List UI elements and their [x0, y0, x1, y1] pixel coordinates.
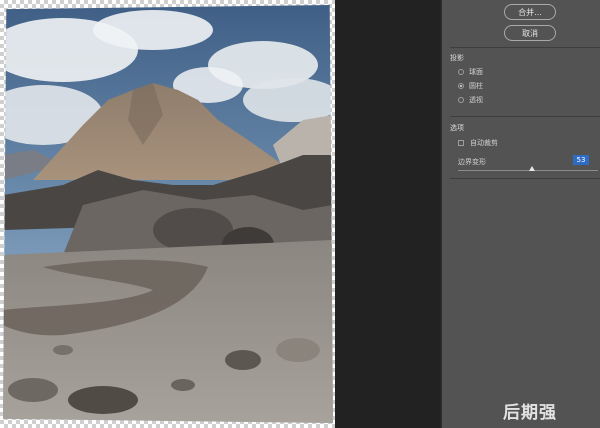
checkbox-icon [458, 140, 464, 146]
radio-label: 圆柱 [469, 82, 483, 90]
auto-crop-checkbox[interactable]: 自动裁剪 [458, 138, 498, 148]
boundary-warp-value-field[interactable]: 53 [573, 155, 589, 165]
preview-canvas [0, 0, 440, 428]
projection-section-divider [450, 47, 600, 48]
boundary-warp-slider-track[interactable] [458, 170, 598, 171]
radio-label: 球面 [469, 68, 483, 76]
boundary-warp-slider-thumb[interactable] [529, 166, 536, 171]
auto-crop-label: 自动裁剪 [470, 139, 498, 147]
photomerge-window: 合并... 取消 投影 球面 圆柱 透视 选项 自动裁剪 边界变形 53 后期强 [0, 0, 600, 428]
radio-spherical[interactable]: 球面 [458, 67, 483, 77]
projection-title: 投影 [450, 54, 464, 62]
watermark-text: 后期强 [503, 403, 557, 423]
radio-perspective[interactable]: 透视 [458, 95, 483, 105]
radio-cylindrical[interactable]: 圆柱 [458, 81, 483, 91]
radio-icon [458, 69, 464, 75]
panel-divider [450, 178, 600, 179]
options-title: 选项 [450, 124, 464, 132]
options-section-divider [450, 116, 600, 117]
merge-button[interactable]: 合并... [504, 4, 556, 20]
radio-icon [458, 97, 464, 103]
boundary-warp-label: 边界变形 [458, 158, 486, 166]
options-panel: 合并... 取消 投影 球面 圆柱 透视 选项 自动裁剪 边界变形 53 [441, 0, 600, 428]
cancel-button[interactable]: 取消 [504, 25, 556, 41]
radio-selected-icon [458, 83, 464, 89]
radio-label: 透视 [469, 96, 483, 104]
panorama-preview-image [3, 5, 333, 423]
